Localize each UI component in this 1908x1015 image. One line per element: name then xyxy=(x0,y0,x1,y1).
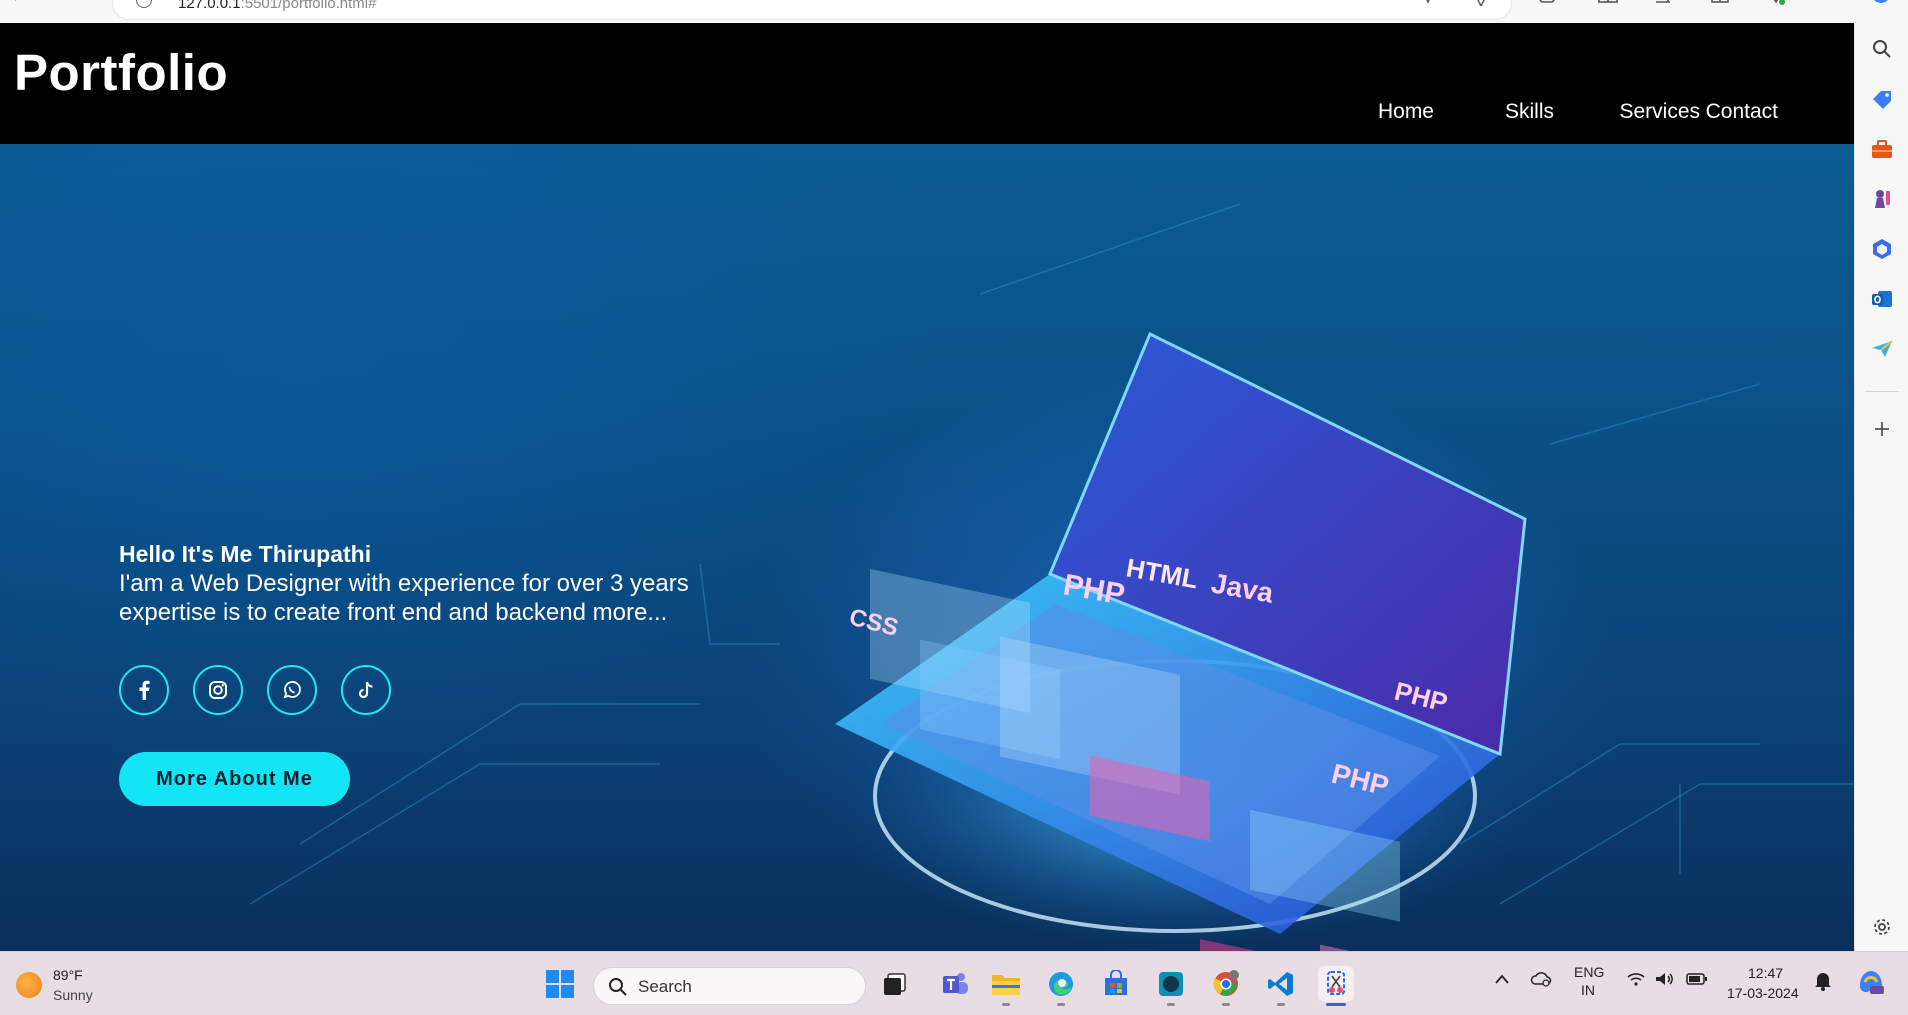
chrome-icon xyxy=(1213,970,1239,996)
nav-contact[interactable]: Contact xyxy=(1706,100,1778,124)
copilot-icon[interactable] xyxy=(1870,0,1888,8)
url-host: 127.0.0.1 xyxy=(178,0,241,12)
folder-icon xyxy=(992,975,1020,995)
weather-condition[interactable]: Sunny xyxy=(53,987,93,1003)
task-view-icon xyxy=(884,973,906,995)
nav-services[interactable]: Services xyxy=(1619,100,1700,124)
settings-gear-icon[interactable] xyxy=(1871,916,1893,938)
read-aloud-icon[interactable] xyxy=(1420,0,1438,6)
hero-greeting: Hello It's Me Thirupathi xyxy=(119,541,372,567)
site-logo[interactable]: Portfolio xyxy=(14,43,228,102)
more-about-me-button[interactable]: More About Me xyxy=(119,752,350,806)
vscode-icon xyxy=(1268,972,1293,996)
games-icon[interactable] xyxy=(1871,188,1893,210)
split-screen-icon[interactable] xyxy=(1598,0,1618,6)
whatsapp-link[interactable] xyxy=(267,665,317,715)
search-placeholder: Search xyxy=(638,977,692,996)
app-window-icon xyxy=(1159,972,1183,996)
running-indicator xyxy=(1002,1003,1010,1006)
extensions-icon[interactable] xyxy=(1538,0,1556,6)
start-button[interactable] xyxy=(542,966,578,1002)
taskbar-search[interactable]: Search xyxy=(593,967,866,1005)
site-header: Portfolio Home Skills Services Contact xyxy=(0,23,1854,144)
collections-icon[interactable] xyxy=(1710,0,1729,6)
url-path: :5501/portfolio.html# xyxy=(240,0,377,12)
instagram-icon xyxy=(209,681,227,699)
running-indicator xyxy=(1277,1003,1285,1006)
outlook-icon[interactable] xyxy=(1871,288,1893,310)
task-view-button[interactable] xyxy=(877,966,913,1002)
app-button-blue[interactable] xyxy=(1153,966,1189,1006)
clock-time[interactable]: 12:47 xyxy=(1748,965,1783,981)
language-code: ENG xyxy=(1574,964,1605,980)
chevron-up-icon xyxy=(1495,974,1509,984)
battery-icon xyxy=(1686,973,1707,985)
facebook-icon xyxy=(139,680,150,700)
tiktok-link[interactable] xyxy=(341,665,391,715)
teams-button[interactable] xyxy=(937,966,973,1002)
bell-icon xyxy=(1815,973,1831,991)
copilot-icon xyxy=(1860,971,1884,994)
windows-icon xyxy=(546,970,574,998)
vscode-button[interactable] xyxy=(1263,966,1299,1006)
favorites-icon[interactable] xyxy=(1654,0,1672,6)
hero-section: PHP HTML Java CSS PHP PHP Hello It's Me … xyxy=(0,144,1854,951)
snipping-tool-button[interactable] xyxy=(1318,966,1354,1006)
running-indicator xyxy=(1167,1003,1175,1006)
microsoft-365-icon[interactable] xyxy=(1871,238,1893,260)
region-code: IN xyxy=(1581,982,1595,998)
running-indicator xyxy=(1222,1003,1230,1006)
tiktok-icon xyxy=(358,681,373,699)
onedrive-cloud-icon xyxy=(1530,972,1552,987)
speaker-icon xyxy=(1656,973,1673,985)
instagram-link[interactable] xyxy=(193,665,243,715)
file-explorer-button[interactable] xyxy=(988,966,1024,1006)
battery-status[interactable] xyxy=(1686,972,1708,989)
volume-control[interactable] xyxy=(1654,971,1674,990)
search-icon[interactable] xyxy=(1871,38,1893,60)
active-indicator xyxy=(1326,1003,1346,1006)
hero-tagline-2: expertise is to create front end and bac… xyxy=(119,599,668,626)
send-icon[interactable] xyxy=(1871,338,1893,360)
teams-icon xyxy=(943,973,968,994)
microsoft-store-icon xyxy=(1105,970,1127,995)
sun-icon[interactable] xyxy=(16,972,42,998)
back-icon[interactable] xyxy=(12,0,32,10)
language-indicator[interactable]: ENG IN xyxy=(1574,964,1604,998)
nav-skills[interactable]: Skills xyxy=(1505,100,1554,124)
more-menu-icon[interactable] xyxy=(1822,0,1840,6)
nav-home[interactable]: Home xyxy=(1378,100,1434,124)
sidebar-divider xyxy=(1865,391,1899,392)
shopping-tag-icon[interactable] xyxy=(1871,88,1893,110)
browser-sidebar xyxy=(1854,23,1908,951)
show-hidden-icons[interactable] xyxy=(1494,972,1510,988)
refresh-icon[interactable] xyxy=(56,0,76,10)
weather-temperature[interactable]: 89°F xyxy=(53,967,83,983)
browser-essentials-icon[interactable] xyxy=(1766,0,1785,6)
search-icon xyxy=(609,978,627,996)
favorite-star-icon[interactable] xyxy=(1472,0,1490,7)
chrome-button[interactable] xyxy=(1208,966,1244,1006)
copilot-taskbar-button[interactable] xyxy=(1856,968,1886,999)
running-indicator xyxy=(1057,1003,1065,1006)
wifi-icon xyxy=(1627,973,1645,986)
intro-text: Hello It's Me Thirupathi I'am a Web Desi… xyxy=(119,540,689,627)
address-text[interactable]: 127.0.0.1:5501/portfolio.html# xyxy=(178,0,376,12)
whatsapp-icon xyxy=(283,681,301,699)
hero-tagline-1: I'am a Web Designer with experience for … xyxy=(119,570,689,597)
network-status[interactable] xyxy=(1626,971,1646,990)
page-viewport: Portfolio Home Skills Services Contact P… xyxy=(0,23,1854,951)
snipping-tool-icon xyxy=(1327,971,1345,995)
edge-browser-icon xyxy=(1049,972,1073,996)
edge-button[interactable] xyxy=(1043,966,1079,1006)
clock-date[interactable]: 17-03-2024 xyxy=(1727,985,1799,1001)
tools-icon[interactable] xyxy=(1871,138,1893,160)
store-button[interactable] xyxy=(1098,966,1134,1002)
add-icon[interactable] xyxy=(1871,418,1893,440)
browser-toolbar: 127.0.0.1:5501/portfolio.html# xyxy=(0,0,1908,23)
notifications-button[interactable] xyxy=(1814,971,1832,994)
onedrive-status[interactable] xyxy=(1530,970,1552,991)
facebook-link[interactable] xyxy=(119,665,169,715)
taskbar: 89°F Sunny Search ENG IN 12:47 17-03-202… xyxy=(0,951,1908,1015)
